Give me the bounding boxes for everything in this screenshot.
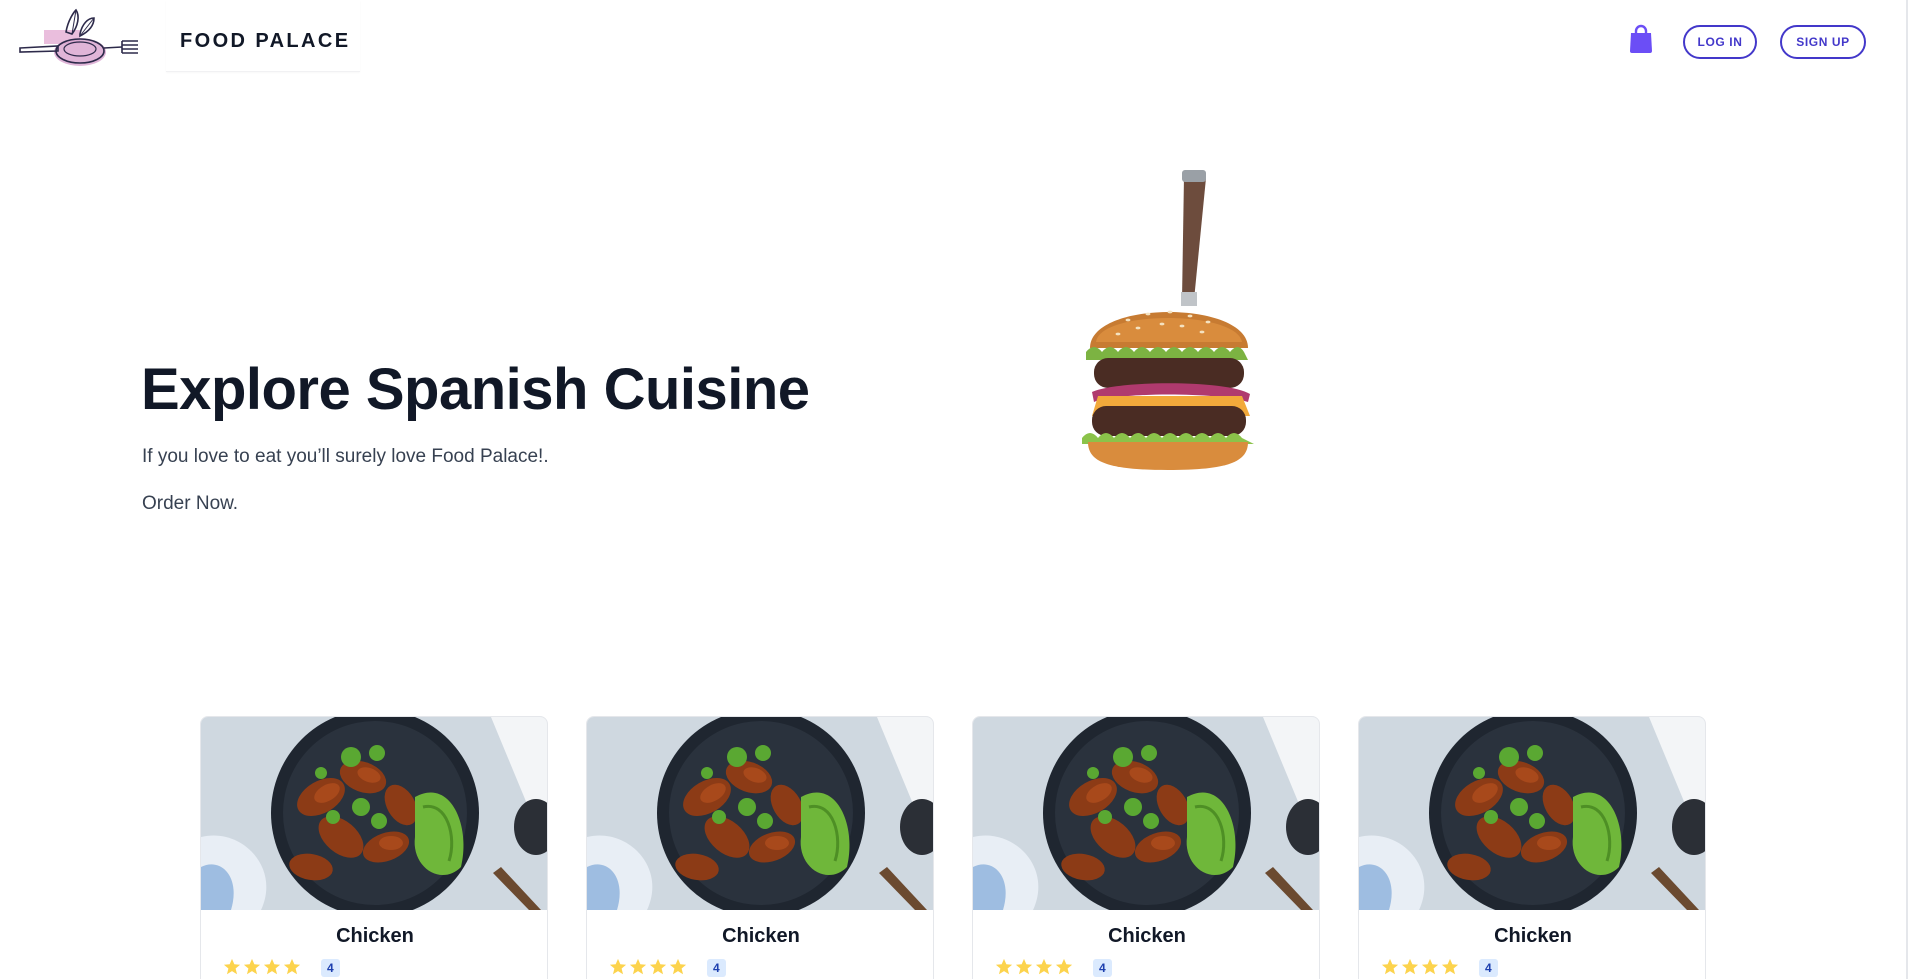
star-icon <box>243 958 261 975</box>
star-icon <box>1441 958 1459 975</box>
star-icon <box>649 958 667 975</box>
hero-subtitle: If you love to eat you’ll surely love Fo… <box>142 446 549 467</box>
star-icon <box>283 958 301 975</box>
star-icon <box>669 958 687 975</box>
card-title: Chicken <box>722 925 800 947</box>
rating-badge: 4 <box>707 959 726 977</box>
star-icon <box>995 958 1013 975</box>
hero-title: Explore Spanish Cuisine <box>141 357 810 422</box>
chicken-dish-image <box>1359 717 1705 910</box>
card-title: Chicken <box>1494 925 1572 947</box>
star-icon <box>223 958 241 975</box>
star-icon <box>629 958 647 975</box>
food-palace-logo[interactable] <box>18 8 140 70</box>
chicken-dish-image <box>587 717 933 910</box>
rating-badge: 4 <box>1479 959 1498 977</box>
food-card[interactable]: Chicken 4 <box>200 716 548 979</box>
rating-badge: 4 <box>1093 959 1112 977</box>
star-rating <box>1381 958 1459 976</box>
food-card-grid: Chicken 4 Chicken 4 Chicken 4 Chicken 4 <box>200 716 1710 979</box>
star-rating <box>995 958 1073 976</box>
rating-badge: 4 <box>321 959 340 977</box>
star-rating <box>609 958 687 976</box>
star-icon <box>1035 958 1053 975</box>
login-button[interactable]: LOG IN <box>1683 25 1757 59</box>
star-icon <box>609 958 627 975</box>
food-card[interactable]: Chicken 4 <box>586 716 934 979</box>
order-now-link[interactable]: Order Now. <box>142 493 238 515</box>
star-icon <box>1055 958 1073 975</box>
star-icon <box>263 958 281 975</box>
food-card[interactable]: Chicken 4 <box>972 716 1320 979</box>
shopping-bag-icon[interactable] <box>1628 24 1654 54</box>
card-title: Chicken <box>1108 925 1186 947</box>
brand-container: FOOD PALACE <box>166 0 360 72</box>
food-card[interactable]: Chicken 4 <box>1358 716 1706 979</box>
signup-button[interactable]: SIGN UP <box>1780 25 1866 59</box>
site-header: FOOD PALACE LOG IN SIGN UP <box>0 0 1908 72</box>
star-icon <box>1421 958 1439 975</box>
chicken-dish-image <box>973 717 1319 910</box>
star-rating <box>223 958 301 976</box>
star-icon <box>1381 958 1399 975</box>
brand-name[interactable]: FOOD PALACE <box>180 30 350 53</box>
chicken-dish-image <box>201 717 547 910</box>
burger-image <box>1082 170 1254 470</box>
card-title: Chicken <box>336 925 414 947</box>
star-icon <box>1015 958 1033 975</box>
star-icon <box>1401 958 1419 975</box>
